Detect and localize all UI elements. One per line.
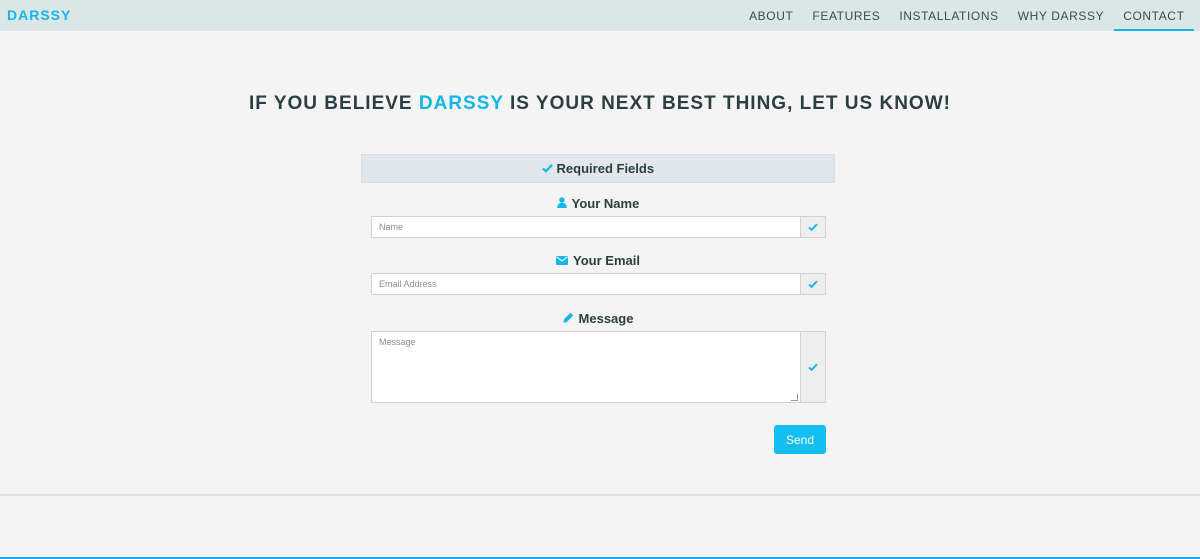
email-label: Your Email — [361, 253, 835, 268]
headline-after: IS YOUR NEXT BEST THING, LET US KNOW! — [503, 93, 951, 114]
message-textarea[interactable] — [371, 331, 800, 403]
nav-item-why-darssy[interactable]: WHY DARSSY — [1008, 0, 1113, 31]
required-fields-label: Required Fields — [556, 161, 655, 176]
name-input-group — [371, 216, 826, 238]
check-icon — [800, 273, 826, 295]
nav-item-contact[interactable]: CONTACT — [1113, 0, 1194, 31]
send-button[interactable]: Send — [774, 425, 826, 454]
headline-brand: DARSSY — [418, 93, 504, 114]
brand-logo[interactable]: DARSSY — [7, 7, 71, 23]
name-input[interactable] — [371, 216, 800, 238]
pencil-icon — [563, 311, 574, 326]
nav-item-features[interactable]: FEATURES — [803, 0, 890, 31]
textarea-resize-handle[interactable] — [791, 394, 798, 401]
email-input[interactable] — [371, 273, 800, 295]
nav-item-about[interactable]: ABOUT — [740, 0, 803, 31]
message-label-text: Message — [578, 311, 634, 326]
check-icon — [542, 161, 557, 176]
nav-item-installations[interactable]: INSTALLATIONS — [890, 0, 1008, 31]
nav-menu: ABOUT FEATURES INSTALLATIONS WHY DARSSY … — [740, 0, 1194, 31]
check-icon — [800, 216, 826, 238]
section-divider — [0, 494, 1200, 496]
email-input-group — [371, 273, 826, 295]
message-label: Message — [361, 311, 835, 326]
headline-before: IF YOU BELIEVE — [249, 93, 419, 114]
required-fields-banner: Required Fields — [361, 154, 835, 183]
page-headline: IF YOU BELIEVE DARSSY IS YOUR NEXT BEST … — [0, 93, 1200, 115]
name-label-text: Your Name — [571, 196, 640, 211]
envelope-icon — [556, 253, 569, 268]
message-input-group — [371, 331, 826, 403]
navbar: DARSSY ABOUT FEATURES INSTALLATIONS WHY … — [0, 0, 1200, 31]
email-label-text: Your Email — [573, 253, 640, 268]
check-icon — [800, 331, 826, 403]
name-label: Your Name — [361, 196, 835, 211]
user-icon — [556, 196, 567, 211]
